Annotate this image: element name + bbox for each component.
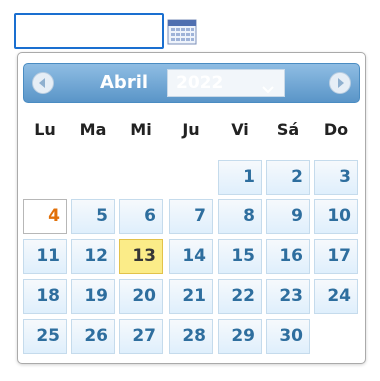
day-cell[interactable]: 18 [23, 279, 67, 314]
weekday-label: Do [323, 120, 349, 139]
day-cell[interactable]: 24 [314, 279, 358, 314]
calendar-icon[interactable] [167, 18, 197, 46]
day-cell[interactable]: 27 [119, 319, 163, 354]
day-cell[interactable]: 16 [266, 239, 310, 274]
day-cell[interactable]: 17 [314, 239, 358, 274]
month-label: Abril [100, 72, 149, 93]
weekday-label: Ju [182, 120, 200, 139]
weekday-label: Lu [34, 120, 56, 139]
day-cell[interactable]: 7 [169, 199, 213, 234]
date-input[interactable] [14, 13, 164, 49]
day-cell[interactable]: 10 [314, 199, 358, 234]
day-cell[interactable]: 26 [71, 319, 115, 354]
day-cell[interactable]: 20 [119, 279, 163, 314]
day-cell[interactable]: 3 [314, 160, 358, 195]
datepicker-popup: Abril 2022 Lu Ma Mi Ju Vi Sá Do 1 2 3 4 5 6 7 8 9 10 11 1… [17, 52, 366, 364]
circle-triangle-right-icon[interactable] [329, 72, 351, 94]
day-cell[interactable]: 29 [218, 319, 262, 354]
day-cell[interactable]: 23 [266, 279, 310, 314]
day-cell[interactable]: 19 [71, 279, 115, 314]
day-cell[interactable]: 1 [218, 160, 262, 195]
day-cell[interactable]: 9 [266, 199, 310, 234]
circle-triangle-left-icon[interactable] [32, 72, 54, 94]
day-cell-selected[interactable]: 13 [119, 239, 163, 274]
year-select-value: 2022 [176, 73, 224, 93]
weekday-label: Ma [79, 120, 107, 139]
day-cell[interactable]: 22 [218, 279, 262, 314]
day-cell[interactable]: 21 [169, 279, 213, 314]
day-cell[interactable]: 5 [71, 199, 115, 234]
day-cell[interactable]: 8 [218, 199, 262, 234]
chevron-down-icon [262, 79, 274, 98]
day-cell[interactable]: 6 [119, 199, 163, 234]
weekday-label: Vi [231, 120, 249, 139]
datepicker-header: Abril 2022 [23, 63, 360, 103]
weekday-label: Sá [276, 120, 300, 139]
day-cell[interactable]: 15 [218, 239, 262, 274]
day-cell[interactable]: 28 [169, 319, 213, 354]
day-cell-today[interactable]: 4 [23, 199, 67, 234]
day-cell[interactable]: 2 [266, 160, 310, 195]
day-cell[interactable]: 25 [23, 319, 67, 354]
year-select[interactable]: 2022 [167, 69, 285, 97]
day-cell[interactable]: 14 [169, 239, 213, 274]
day-cell[interactable]: 11 [23, 239, 67, 274]
weekday-label: Mi [130, 120, 152, 139]
day-cell[interactable]: 30 [266, 319, 310, 354]
day-cell[interactable]: 12 [71, 239, 115, 274]
